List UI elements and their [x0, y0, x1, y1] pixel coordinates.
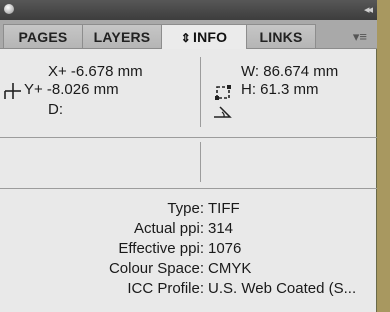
- tab-bar: PAGES LAYERS ⇕ INFO LINKS ▾≡: [0, 20, 377, 49]
- y-position: Y+ -8.026 mm: [24, 81, 119, 98]
- actual-ppi-label: Actual ppi:: [133, 220, 204, 237]
- angle-icon: [214, 106, 232, 118]
- geometry-section: X+ -6.678 mm Y+ -8.026 mm D: W: 86.674 m…: [0, 49, 377, 138]
- type-value: TIFF: [208, 200, 240, 217]
- close-button[interactable]: [4, 4, 14, 14]
- tab-links[interactable]: LINKS: [246, 24, 316, 48]
- column-divider: [200, 142, 201, 182]
- effective-ppi-value: 1076: [208, 240, 242, 257]
- panel-titlebar[interactable]: ◂◂: [0, 0, 377, 20]
- type-label: Type:: [167, 200, 204, 217]
- effective-ppi-label: Effective ppi:: [118, 240, 204, 257]
- tab-layers[interactable]: LAYERS: [82, 24, 162, 48]
- icc-profile-label: ICC Profile:: [127, 280, 204, 297]
- crosshair-icon: [4, 83, 21, 99]
- actual-ppi-value: 314: [208, 220, 234, 237]
- distance-value: D:: [48, 101, 63, 118]
- tab-pages[interactable]: PAGES: [3, 24, 83, 48]
- sort-arrows-icon: ⇕: [180, 31, 191, 45]
- bounding-box-icon: [215, 85, 231, 100]
- tab-layers-label: LAYERS: [93, 29, 151, 45]
- collapse-icon[interactable]: ◂◂: [364, 3, 373, 16]
- tab-info-label: INFO: [193, 29, 228, 45]
- tab-info[interactable]: ⇕ INFO: [161, 24, 247, 49]
- info-panel: ◂◂ PAGES LAYERS ⇕ INFO LINKS ▾≡ X+ -6.678…: [0, 0, 377, 312]
- tab-pages-label: PAGES: [18, 29, 68, 45]
- panel-menu-icon[interactable]: ▾≡: [353, 29, 367, 45]
- icc-profile-value: U.S. Web Coated (S...: [208, 280, 357, 297]
- x-position: X+ -6.678 mm: [48, 63, 143, 80]
- height-value: H: 61.3 mm: [241, 81, 319, 98]
- tab-links-label: LINKS: [259, 29, 303, 45]
- colour-space-label: Colour Space:: [108, 260, 204, 277]
- colour-space-value: CMYK: [208, 260, 252, 277]
- width-value: W: 86.674 mm: [241, 63, 339, 80]
- column-divider: [200, 57, 201, 127]
- color-section: [0, 138, 377, 189]
